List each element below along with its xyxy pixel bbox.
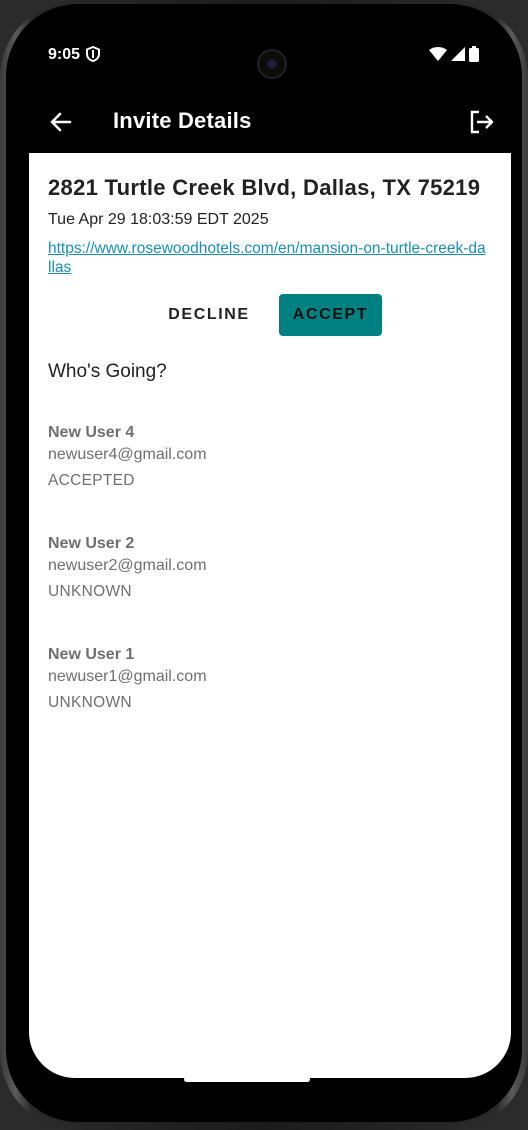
attendee-status: UNKNOWN [48, 583, 132, 600]
signal-icon [451, 47, 465, 66]
shield-icon [86, 45, 100, 67]
attendee-email: newuser1@gmail.com [48, 668, 207, 685]
attendee-item: New User 2 newuser2@gmail.com UNKNOWN [48, 535, 348, 601]
whos-going-heading: Who's Going? [48, 361, 167, 382]
camera-cutout [257, 49, 287, 79]
phone-bezel: 9:05 Invite Details 2821 Turtle Creek Bl… [6, 4, 522, 1122]
attendee-status: UNKNOWN [48, 694, 132, 711]
status-icons [429, 46, 479, 67]
decline-button[interactable]: DECLINE [156, 295, 262, 335]
logout-icon[interactable] [467, 108, 495, 136]
status-bar: 9:05 [29, 16, 511, 96]
attendee-name: New User 1 [48, 646, 135, 663]
phone-frame: 9:05 Invite Details 2821 Turtle Creek Bl… [0, 0, 528, 1130]
invite-address: 2821 Turtle Creek Blvd, Dallas, TX 75219 [48, 175, 481, 200]
page-title: Invite Details [113, 108, 252, 133]
screen: 9:05 Invite Details 2821 Turtle Creek Bl… [29, 16, 511, 1106]
home-indicator[interactable] [184, 1077, 310, 1082]
invite-datetime: Tue Apr 29 18:03:59 EDT 2025 [48, 211, 269, 228]
status-time: 9:05 [48, 46, 81, 63]
invite-content: 2821 Turtle Creek Blvd, Dallas, TX 75219… [29, 153, 511, 1078]
attendee-name: New User 4 [48, 424, 135, 441]
attendee-name: New User 2 [48, 535, 135, 552]
attendee-email: newuser4@gmail.com [48, 446, 207, 463]
back-arrow-icon[interactable] [47, 108, 75, 136]
battery-icon [469, 46, 479, 67]
attendee-email: newuser2@gmail.com [48, 557, 207, 574]
wifi-icon [429, 47, 447, 66]
attendee-status: ACCEPTED [48, 472, 135, 489]
attendee-item: New User 1 newuser1@gmail.com UNKNOWN [48, 646, 348, 712]
accept-button[interactable]: ACCEPT [279, 294, 382, 336]
invite-link[interactable]: https://www.rosewoodhotels.com/en/mansio… [48, 239, 488, 277]
attendee-item: New User 4 newuser4@gmail.com ACCEPTED [48, 424, 348, 490]
app-bar: Invite Details [29, 96, 511, 153]
